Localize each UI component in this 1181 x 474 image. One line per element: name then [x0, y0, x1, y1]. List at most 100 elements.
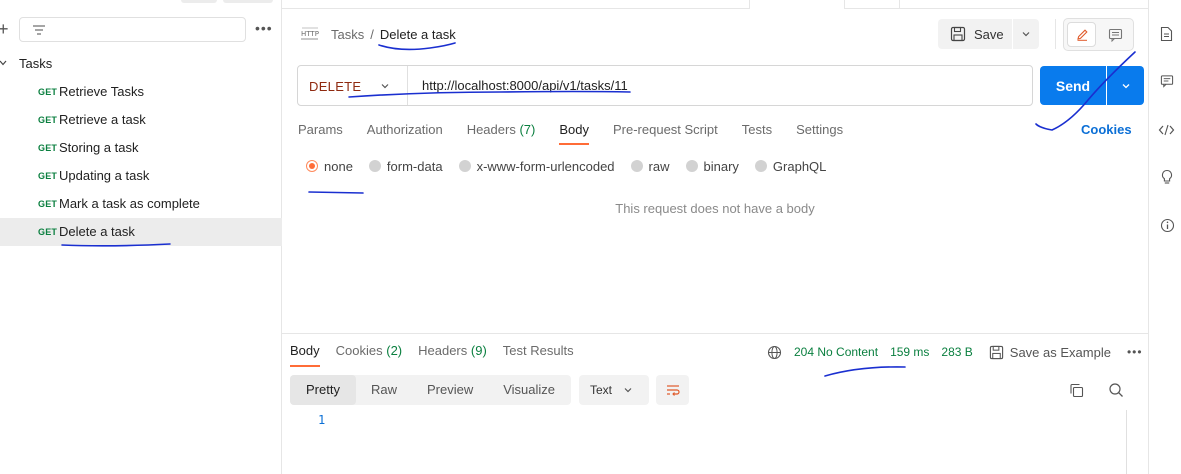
more-options-icon[interactable]: •••: [255, 20, 273, 36]
response-view-switch: Pretty Raw Preview Visualize: [290, 375, 571, 405]
request-item[interactable]: GET Retrieve a task: [0, 106, 282, 134]
wrap-lines-icon: [666, 385, 680, 396]
response-size[interactable]: 283 B: [941, 345, 972, 359]
postman-window: + ••• Tasks GET Retrieve Tasks GET Retri…: [0, 0, 1181, 474]
breadcrumb: HTTP Tasks / Delete a task: [300, 25, 456, 43]
body-type-graphql[interactable]: GraphQL: [754, 159, 826, 174]
response-time[interactable]: 159 ms: [890, 345, 929, 359]
radio[interactable]: [630, 160, 643, 172]
document-icon[interactable]: [1160, 26, 1173, 42]
response-pane: Body Cookies (2) Headers (9) Test Result…: [282, 333, 1148, 474]
format-select[interactable]: Text: [579, 375, 649, 405]
info-icon[interactable]: [1160, 218, 1175, 233]
body-type-raw[interactable]: raw: [630, 159, 670, 174]
sidebar: + ••• Tasks GET Retrieve Tasks GET Retri…: [0, 0, 282, 474]
tab-pre-request-script[interactable]: Pre-request Script: [613, 121, 718, 145]
save-as-example-button[interactable]: Save as Example: [989, 345, 1111, 360]
radio[interactable]: [368, 160, 381, 172]
headers-count: (7): [519, 122, 536, 137]
send-dropdown-button[interactable]: [1107, 66, 1144, 105]
breadcrumb-current[interactable]: Delete a task: [380, 27, 456, 42]
radio-selected[interactable]: [306, 160, 318, 172]
tab-authorization[interactable]: Authorization: [367, 121, 443, 145]
globe-icon[interactable]: [767, 345, 782, 360]
view-raw[interactable]: Raw: [356, 375, 412, 405]
sidebar-top-strip: [0, 0, 282, 10]
wrap-lines-button[interactable]: [656, 375, 689, 405]
response-tabs: Body Cookies (2) Headers (9) Test Result…: [290, 343, 590, 367]
add-collection-icon[interactable]: +: [0, 19, 9, 39]
send-button-group: Send: [1040, 66, 1144, 105]
tab-body[interactable]: Body: [559, 121, 589, 145]
send-button[interactable]: Send: [1040, 66, 1106, 105]
edit-mode-button[interactable]: [1067, 22, 1096, 47]
request-item[interactable]: GET Storing a task: [0, 134, 282, 162]
comment-icon[interactable]: [1160, 74, 1174, 88]
request-item[interactable]: GET Updating a task: [0, 162, 282, 190]
collection-row[interactable]: Tasks: [0, 53, 282, 75]
response-scrollbar[interactable]: [1126, 410, 1127, 474]
tab-divider: [844, 0, 845, 9]
request-item[interactable]: GET Mark a task as complete: [0, 190, 282, 218]
radio[interactable]: [458, 160, 471, 172]
search-icon[interactable]: [1108, 382, 1124, 398]
request-name: Storing a task: [59, 140, 139, 155]
tab-divider: [749, 0, 750, 9]
breadcrumb-parent[interactable]: Tasks: [331, 27, 364, 42]
body-type-none[interactable]: none: [306, 159, 353, 174]
copy-icon[interactable]: [1069, 383, 1084, 398]
comments-mode-button[interactable]: [1101, 22, 1130, 47]
radio[interactable]: [754, 160, 767, 172]
save-label: Save: [974, 26, 1004, 42]
body-type-binary[interactable]: binary: [685, 159, 739, 174]
url-input[interactable]: http://localhost:8000/api/v1/tasks/11: [422, 78, 628, 93]
request-method: GET: [38, 199, 58, 209]
tab-params[interactable]: Params: [298, 121, 343, 145]
cookies-link[interactable]: Cookies: [1081, 122, 1132, 137]
save-button-group: Save: [938, 19, 1039, 49]
sidebar-tab-stub: [181, 0, 217, 3]
tab-settings[interactable]: Settings: [796, 121, 843, 145]
save-button[interactable]: Save: [938, 19, 1012, 49]
response-tab-test-results[interactable]: Test Results: [503, 343, 574, 367]
tab-headers[interactable]: Headers (7): [467, 121, 536, 145]
svg-text:HTTP: HTTP: [301, 30, 319, 38]
collection-name: Tasks: [19, 56, 53, 71]
code-icon[interactable]: [1158, 123, 1175, 137]
filter-icon: [33, 25, 45, 35]
method-select[interactable]: DELETE: [298, 66, 408, 105]
empty-body-message: This request does not have a body: [615, 201, 815, 216]
view-preview[interactable]: Preview: [412, 375, 488, 405]
status-code[interactable]: 204 No Content: [794, 345, 878, 359]
lightbulb-icon[interactable]: [1160, 169, 1174, 186]
chevron-down-icon: [1022, 32, 1030, 37]
response-tab-cookies[interactable]: Cookies (2): [336, 343, 402, 367]
response-tab-headers[interactable]: Headers (9): [418, 343, 487, 367]
comment-icon: [1108, 28, 1123, 42]
body-type-options: none form-data x-www-form-urlencoded raw…: [306, 158, 842, 174]
response-tab-body[interactable]: Body: [290, 343, 320, 367]
body-type-urlencoded[interactable]: x-www-form-urlencoded: [458, 159, 615, 174]
editor-mode-toggle: [1063, 18, 1134, 51]
radio[interactable]: [685, 160, 698, 172]
request-method: GET: [38, 143, 58, 153]
view-visualize[interactable]: Visualize: [488, 375, 570, 405]
response-more-icon[interactable]: •••: [1127, 345, 1143, 359]
tab-divider: [899, 0, 900, 9]
chevron-down-icon: [381, 84, 389, 89]
request-item-active[interactable]: GET Delete a task: [0, 218, 282, 246]
request-name: Delete a task: [59, 224, 135, 239]
floppy-disk-icon: [950, 26, 966, 42]
request-item[interactable]: GET Retrieve Tasks: [0, 78, 282, 106]
tab-tests[interactable]: Tests: [742, 121, 772, 145]
response-meta: 204 No Content 159 ms 283 B Save as Exam…: [767, 343, 1143, 361]
toolbar-divider: [1055, 19, 1056, 49]
filter-input[interactable]: [19, 17, 246, 42]
chevron-down-icon: [0, 60, 7, 66]
pencil-icon: [1076, 28, 1088, 41]
view-pretty[interactable]: Pretty: [290, 375, 356, 405]
body-type-form-data[interactable]: form-data: [368, 159, 443, 174]
save-dropdown-button[interactable]: [1013, 19, 1039, 49]
line-number: 1: [318, 413, 326, 427]
request-name: Retrieve Tasks: [59, 84, 145, 99]
